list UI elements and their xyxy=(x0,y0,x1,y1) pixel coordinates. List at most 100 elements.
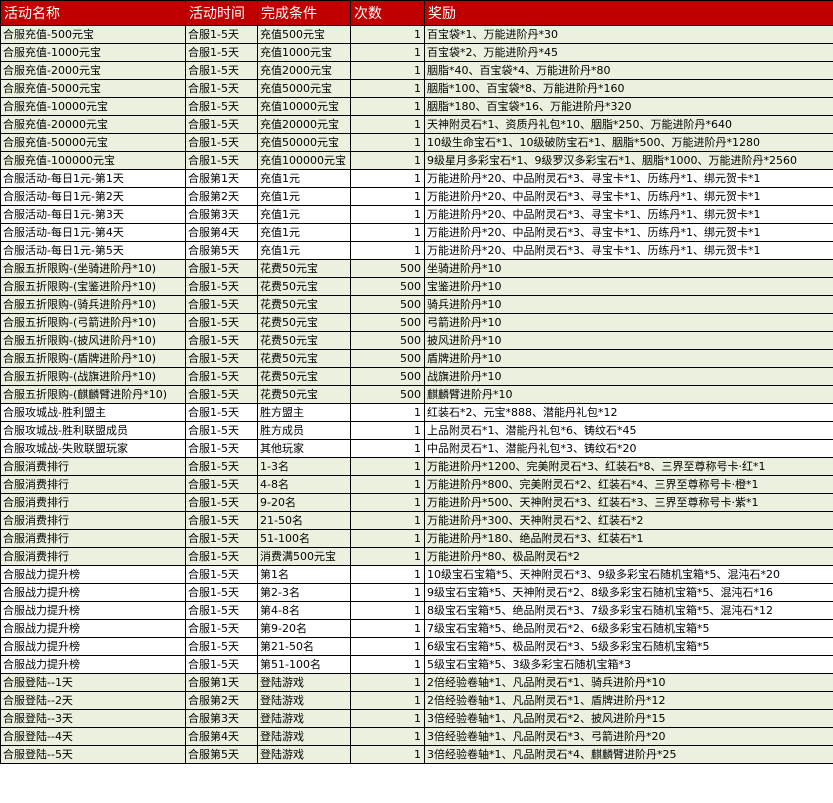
cell-activity-name: 合服五折限购-(宝鉴进阶丹*10) xyxy=(0,277,186,296)
cell-activity-time: 合服1-5天 xyxy=(185,151,258,170)
cell-condition: 1-3名 xyxy=(257,457,351,476)
table-row: 合服登陆--1天 合服第1天 登陆游戏 1 2倍经验卷轴*1、凡品附灵石*1、骑兵进阶丹… xyxy=(0,673,833,692)
cell-reward: 9级星月多彩宝石*1、9级罗汉多彩宝石*1、胭脂*1000、万能进阶丹*2560 xyxy=(424,151,833,170)
cell-activity-time: 合服1-5天 xyxy=(185,313,258,332)
cell-reward: 百宝袋*1、万能进阶丹*30 xyxy=(424,25,833,44)
cell-activity-name: 合服战力提升榜 xyxy=(0,565,186,584)
cell-activity-name: 合服消费排行 xyxy=(0,475,186,494)
cell-count: 1 xyxy=(350,97,425,116)
cell-activity-time: 合服1-5天 xyxy=(185,493,258,512)
cell-count: 1 xyxy=(350,439,425,458)
cell-reward: 万能进阶丹*20、中品附灵石*3、寻宝卡*1、历练丹*1、绑元贺卡*1 xyxy=(424,223,833,242)
cell-condition: 消费满500元宝 xyxy=(257,547,351,566)
table-row: 合服五折限购-(披风进阶丹*10) 合服1-5天 花费50元宝 500 披风进阶丹*10 xyxy=(0,331,833,350)
cell-count: 500 xyxy=(350,259,425,278)
header-activity-time: 活动时间 xyxy=(185,0,258,26)
table-row: 合服消费排行 合服1-5天 9-20名 1 万能进阶丹*500、天神附灵石*3、红装石*… xyxy=(0,493,833,512)
cell-count: 500 xyxy=(350,313,425,332)
table-row: 合服消费排行 合服1-5天 4-8名 1 万能进阶丹*800、完美附灵石*2、红装石*4… xyxy=(0,475,833,494)
cell-activity-time: 合服第2天 xyxy=(185,691,258,710)
cell-activity-name: 合服充值-20000元宝 xyxy=(0,115,186,134)
cell-condition: 4-8名 xyxy=(257,475,351,494)
table-row: 合服攻城战-胜利盟主 合服1-5天 胜方盟主 1 红装石*2、元宝*888、潜能丹礼包*… xyxy=(0,403,833,422)
table-row: 合服活动-每日1元-第1天 合服第1天 充值1元 1 万能进阶丹*20、中品附灵石*3、… xyxy=(0,169,833,188)
table-row: 合服充值-20000元宝 合服1-5天 充值20000元宝 1 天神附灵石*1、资质丹礼… xyxy=(0,115,833,134)
cell-count: 1 xyxy=(350,583,425,602)
header-activity-name: 活动名称 xyxy=(0,0,186,26)
cell-count: 1 xyxy=(350,79,425,98)
table-row: 合服充值-1000元宝 合服1-5天 充值1000元宝 1 百宝袋*2、万能进阶丹*45 xyxy=(0,43,833,62)
cell-activity-time: 合服1-5天 xyxy=(185,97,258,116)
cell-activity-name: 合服战力提升榜 xyxy=(0,583,186,602)
cell-condition: 花费50元宝 xyxy=(257,385,351,404)
cell-reward: 3倍经验卷轴*1、凡品附灵石*2、披风进阶丹*15 xyxy=(424,709,833,728)
cell-activity-name: 合服五折限购-(披风进阶丹*10) xyxy=(0,331,186,350)
rewards-table: 活动名称 活动时间 完成条件 次数 奖励 合服充值-500元宝 合服1-5天 充值5… xyxy=(0,0,833,764)
table-row: 合服活动-每日1元-第2天 合服第2天 充值1元 1 万能进阶丹*20、中品附灵石*3、… xyxy=(0,187,833,206)
table-row: 合服消费排行 合服1-5天 51-100名 1 万能进阶丹*180、绝品附灵石*3、红装… xyxy=(0,529,833,548)
cell-condition: 第51-100名 xyxy=(257,655,351,674)
cell-count: 1 xyxy=(350,241,425,260)
cell-reward: 胭脂*100、百宝袋*8、万能进阶丹*160 xyxy=(424,79,833,98)
table-row: 合服战力提升榜 合服1-5天 第4-8名 1 8级宝石宝箱*5、绝品附灵石*3、7级多彩… xyxy=(0,601,833,620)
cell-reward: 百宝袋*2、万能进阶丹*45 xyxy=(424,43,833,62)
cell-count: 1 xyxy=(350,133,425,152)
cell-condition: 第4-8名 xyxy=(257,601,351,620)
cell-activity-name: 合服攻城战-胜利联盟成员 xyxy=(0,421,186,440)
cell-reward: 胭脂*180、百宝袋*16、万能进阶丹*320 xyxy=(424,97,833,116)
cell-reward: 10级宝石宝箱*5、天神附灵石*3、9级多彩宝石随机宝箱*5、混沌石*20 xyxy=(424,565,833,584)
cell-count: 1 xyxy=(350,187,425,206)
cell-activity-time: 合服1-5天 xyxy=(185,529,258,548)
cell-condition: 其他玩家 xyxy=(257,439,351,458)
cell-activity-time: 合服第3天 xyxy=(185,205,258,224)
cell-condition: 登陆游戏 xyxy=(257,691,351,710)
cell-reward: 盾牌进阶丹*10 xyxy=(424,349,833,368)
table-row: 合服充值-100000元宝 合服1-5天 充值100000元宝 1 9级星月多彩宝石*1… xyxy=(0,151,833,170)
cell-reward: 3倍经验卷轴*1、凡品附灵石*3、弓箭进阶丹*20 xyxy=(424,727,833,746)
table-row: 合服战力提升榜 合服1-5天 第2-3名 1 9级宝石宝箱*5、天神附灵石*2、8级多彩… xyxy=(0,583,833,602)
cell-activity-name: 合服战力提升榜 xyxy=(0,637,186,656)
cell-activity-time: 合服1-5天 xyxy=(185,655,258,674)
cell-condition: 胜方盟主 xyxy=(257,403,351,422)
cell-count: 500 xyxy=(350,277,425,296)
table-row: 合服战力提升榜 合服1-5天 第21-50名 1 6级宝石宝箱*5、极品附灵石*3、5级… xyxy=(0,637,833,656)
cell-reward: 万能进阶丹*300、天神附灵石*2、红装石*2 xyxy=(424,511,833,530)
cell-condition: 第1名 xyxy=(257,565,351,584)
cell-activity-time: 合服1-5天 xyxy=(185,385,258,404)
cell-reward: 万能进阶丹*80、极品附灵石*2 xyxy=(424,547,833,566)
cell-reward: 10级生命宝石*1、10级破防宝石*1、胭脂*500、万能进阶丹*1280 xyxy=(424,133,833,152)
cell-activity-name: 合服攻城战-胜利盟主 xyxy=(0,403,186,422)
cell-activity-name: 合服五折限购-(弓箭进阶丹*10) xyxy=(0,313,186,332)
cell-reward: 3倍经验卷轴*1、凡品附灵石*4、麒麟臂进阶丹*25 xyxy=(424,745,833,764)
cell-activity-name: 合服充值-50000元宝 xyxy=(0,133,186,152)
cell-activity-time: 合服1-5天 xyxy=(185,511,258,530)
cell-count: 1 xyxy=(350,223,425,242)
cell-count: 1 xyxy=(350,565,425,584)
table-row: 合服五折限购-(弓箭进阶丹*10) 合服1-5天 花费50元宝 500 弓箭进阶丹*10 xyxy=(0,313,833,332)
cell-count: 1 xyxy=(350,727,425,746)
cell-condition: 充值2000元宝 xyxy=(257,61,351,80)
table-row: 合服活动-每日1元-第3天 合服第3天 充值1元 1 万能进阶丹*20、中品附灵石*3、… xyxy=(0,205,833,224)
cell-reward: 中品附灵石*1、潜能丹礼包*3、铸纹石*20 xyxy=(424,439,833,458)
cell-reward: 麒麟臂进阶丹*10 xyxy=(424,385,833,404)
cell-reward: 9级宝石宝箱*5、天神附灵石*2、8级多彩宝石随机宝箱*5、混沌石*16 xyxy=(424,583,833,602)
table-row: 合服战力提升榜 合服1-5天 第9-20名 1 7级宝石宝箱*5、绝品附灵石*2、6级多… xyxy=(0,619,833,638)
cell-activity-name: 合服五折限购-(盾牌进阶丹*10) xyxy=(0,349,186,368)
cell-condition: 登陆游戏 xyxy=(257,673,351,692)
cell-activity-time: 合服1-5天 xyxy=(185,403,258,422)
cell-condition: 花费50元宝 xyxy=(257,349,351,368)
cell-activity-time: 合服第4天 xyxy=(185,223,258,242)
cell-count: 1 xyxy=(350,403,425,422)
table-row: 合服登陆--4天 合服第4天 登陆游戏 1 3倍经验卷轴*1、凡品附灵石*3、弓箭进阶丹… xyxy=(0,727,833,746)
cell-reward: 7级宝石宝箱*5、绝品附灵石*2、6级多彩宝石随机宝箱*5 xyxy=(424,619,833,638)
table-body: 合服充值-500元宝 合服1-5天 充值500元宝 1 百宝袋*1、万能进阶丹*30 合服… xyxy=(0,25,833,764)
cell-reward: 红装石*2、元宝*888、潜能丹礼包*12 xyxy=(424,403,833,422)
cell-condition: 21-50名 xyxy=(257,511,351,530)
cell-count: 1 xyxy=(350,475,425,494)
cell-activity-name: 合服活动-每日1元-第4天 xyxy=(0,223,186,242)
cell-activity-time: 合服1-5天 xyxy=(185,43,258,62)
cell-activity-time: 合服第2天 xyxy=(185,187,258,206)
cell-condition: 花费50元宝 xyxy=(257,277,351,296)
table-row: 合服战力提升榜 合服1-5天 第1名 1 10级宝石宝箱*5、天神附灵石*3、9级多彩宝… xyxy=(0,565,833,584)
cell-count: 1 xyxy=(350,691,425,710)
